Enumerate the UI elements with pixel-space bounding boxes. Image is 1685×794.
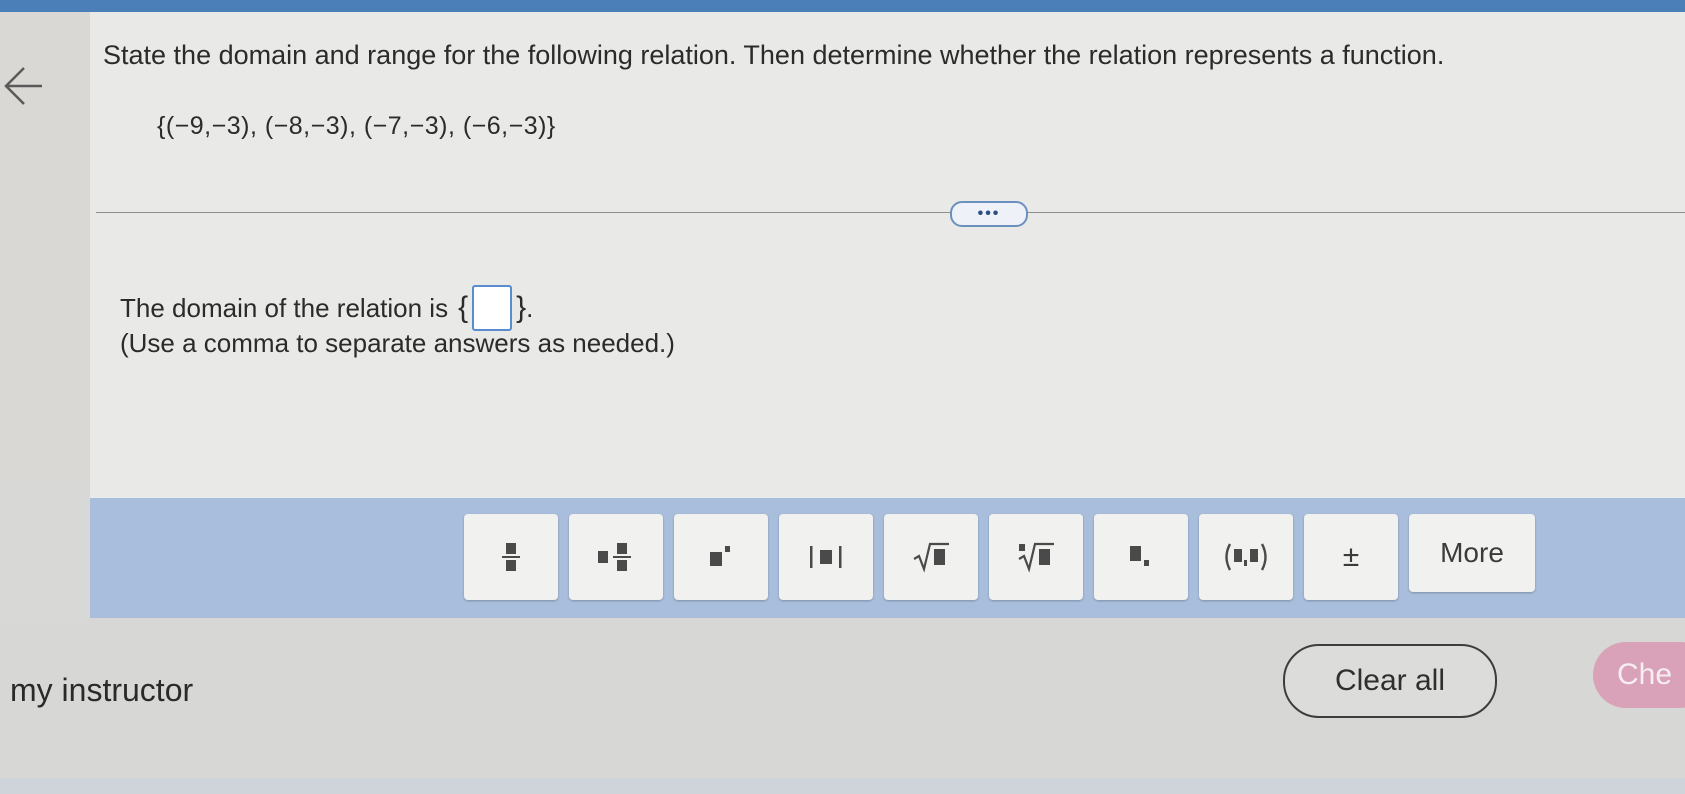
subscript-button[interactable] — [1094, 514, 1188, 600]
domain-answer-line: The domain of the relation is { } . — [120, 285, 533, 331]
check-answer-button[interactable]: Che — [1593, 642, 1685, 708]
absolute-value-button[interactable] — [779, 514, 873, 600]
mixed-number-button[interactable] — [569, 514, 663, 600]
ask-instructor-link[interactable]: my instructor — [10, 672, 193, 709]
subscript-icon — [1130, 546, 1149, 566]
answer-hint: (Use a comma to separate answers as need… — [120, 328, 675, 358]
relation-set: {(−9,−3), (−8,−3), (−7,−3), (−6,−3)} — [157, 112, 556, 140]
top-bar — [0, 0, 1685, 12]
square-root-icon — [913, 542, 949, 573]
square-root-button[interactable] — [884, 514, 978, 600]
domain-answer-input[interactable] — [472, 285, 513, 331]
question-panel — [90, 12, 1685, 498]
nth-root-icon — [1018, 542, 1054, 573]
exponent-icon — [710, 546, 730, 566]
section-divider — [96, 212, 1685, 213]
nth-root-button[interactable] — [989, 514, 1083, 600]
question-prompt: State the domain and range for the follo… — [103, 40, 1445, 70]
expand-button[interactable]: ••• — [950, 201, 1028, 227]
ordered-pair-icon — [1225, 543, 1267, 571]
more-tools-button[interactable]: More — [1409, 514, 1535, 592]
mixed-number-icon — [598, 543, 631, 571]
absolute-value-icon — [810, 546, 842, 568]
exponent-button[interactable] — [674, 514, 768, 600]
plus-minus-button[interactable]: ± — [1304, 514, 1398, 600]
ordered-pair-button[interactable] — [1199, 514, 1293, 600]
domain-prompt: The domain of the relation is — [120, 292, 449, 323]
clear-all-button[interactable]: Clear all — [1283, 644, 1497, 718]
footer-strip — [0, 778, 1685, 794]
fraction-button[interactable] — [464, 514, 558, 600]
fraction-icon — [502, 543, 520, 571]
answer-period: . — [526, 292, 534, 323]
close-brace: } — [516, 291, 527, 324]
open-brace: { — [458, 291, 469, 324]
back-arrow-icon[interactable] — [2, 62, 44, 110]
